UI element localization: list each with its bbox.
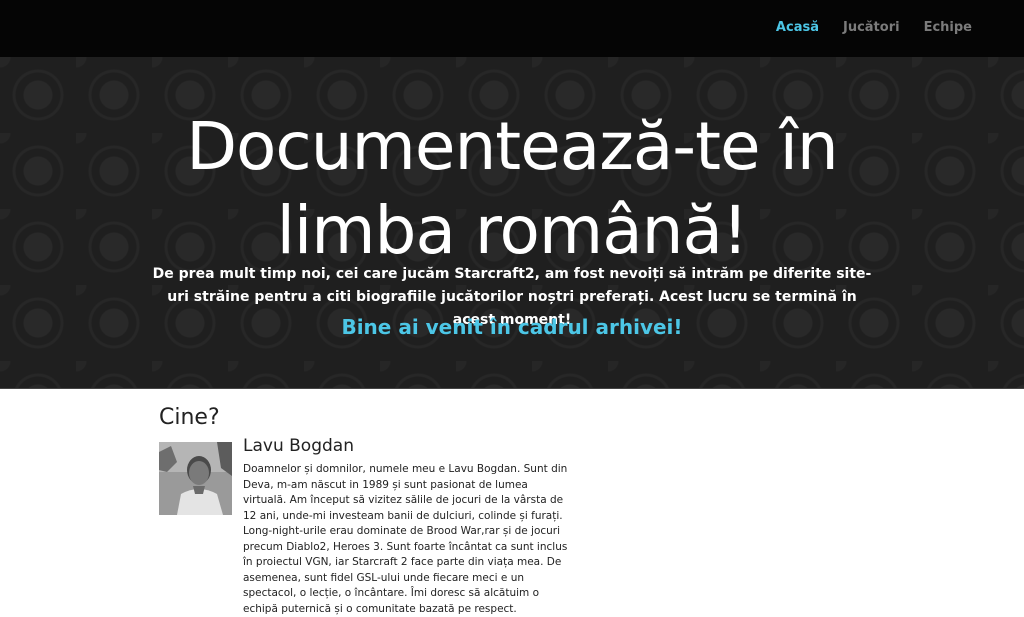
hero-welcome-text: Bine ai venit în cadrul arhivei! <box>341 315 683 339</box>
hero-title: Documentează-te în limba română! <box>0 105 1024 273</box>
nav-menu: Acasă Jucători Echipe <box>752 20 972 35</box>
nav-item-jucatori[interactable]: Jucători <box>843 20 900 35</box>
nav-item-echipe[interactable]: Echipe <box>924 20 972 35</box>
member-name: Lavu Bogdan <box>243 436 354 456</box>
member-bio: Doamnelor și domnilor, numele meu e Lavu… <box>243 463 568 615</box>
member-photo-image <box>159 442 232 515</box>
nav-item-acasa[interactable]: Acasă <box>776 20 819 35</box>
hero-title-line-2: limba română! <box>276 192 749 269</box>
hero-banner: Documentează-te în limba română! De prea … <box>0 57 1024 389</box>
section-title: Cine? <box>159 405 220 430</box>
member-avatar <box>159 442 232 515</box>
top-navbar: Acasă Jucători Echipe <box>0 0 1024 57</box>
hero-title-line-1: Documentează-te în <box>186 108 839 185</box>
